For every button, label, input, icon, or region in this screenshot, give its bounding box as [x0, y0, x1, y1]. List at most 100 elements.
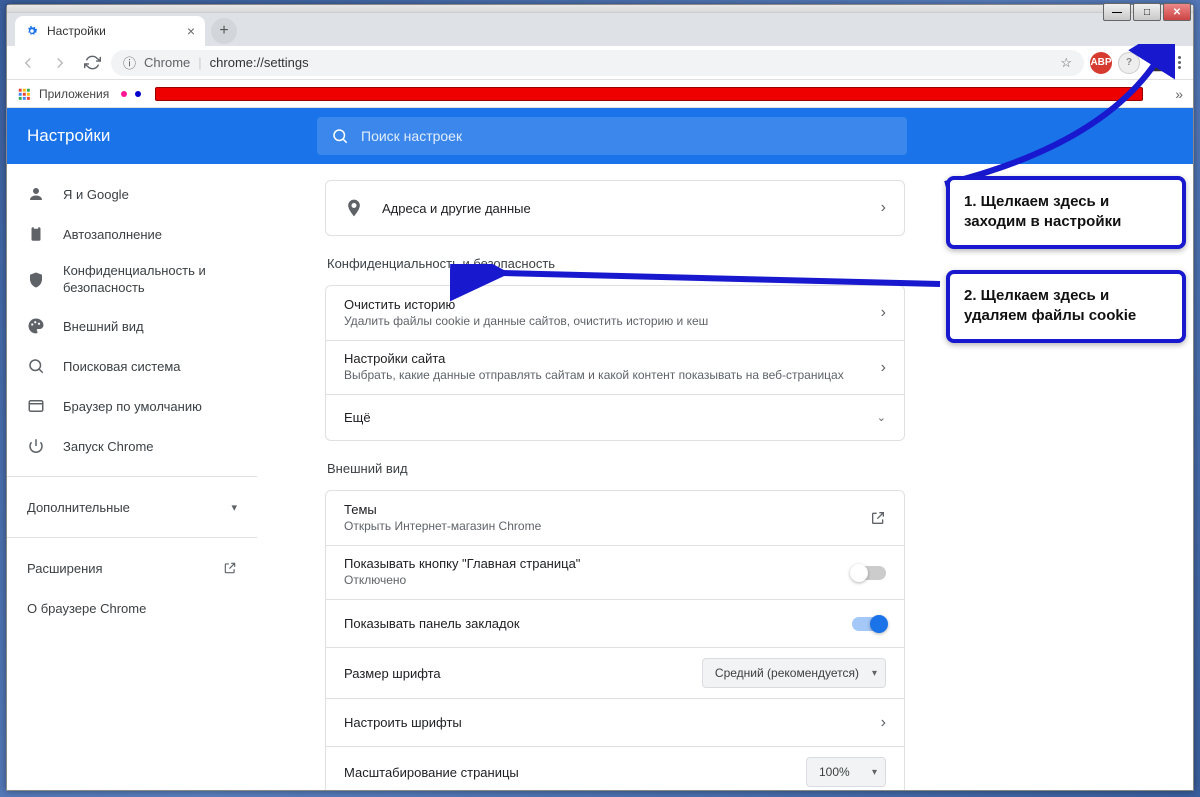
dropdown-font-size[interactable]: Средний (рекомендуется) — [702, 658, 886, 688]
bookmark-star-icon[interactable]: ☆ — [1060, 55, 1072, 71]
sidebar-item-extensions[interactable]: Расширения — [7, 548, 257, 588]
power-icon — [27, 437, 45, 455]
settings-search[interactable] — [317, 117, 907, 155]
row-home-button[interactable]: Показывать кнопку "Главная страница" Отк… — [326, 545, 904, 599]
browser-tab[interactable]: Настройки × — [15, 16, 205, 46]
omnibox-url: chrome://settings — [210, 55, 309, 70]
chevron-down-icon: ⌄ — [877, 411, 886, 424]
tab-strip: Настройки × + — [7, 13, 1193, 46]
sidebar-item-autofill[interactable]: Автозаполнение — [7, 214, 257, 254]
chevron-right-icon: › — [881, 199, 886, 217]
settings-header: Настройки — [7, 108, 1193, 164]
sidebar-item-you-and-google[interactable]: Я и Google — [7, 174, 257, 214]
row-subtitle: Удалить файлы cookie и данные сайтов, оч… — [344, 314, 881, 330]
tab-close-icon[interactable]: × — [187, 23, 195, 39]
sidebar-item-label: Я и Google — [63, 187, 129, 202]
sidebar-item-default-browser[interactable]: Браузер по умолчанию — [7, 386, 257, 426]
toolbar: ⓘ Chrome | chrome://settings ☆ ABP ? — [7, 46, 1193, 80]
chevron-right-icon: › — [881, 359, 886, 377]
search-icon — [27, 357, 45, 375]
address-bar[interactable]: ⓘ Chrome | chrome://settings ☆ — [111, 50, 1084, 76]
tab-title: Настройки — [47, 24, 106, 38]
external-link-icon — [223, 561, 237, 575]
back-button[interactable] — [15, 50, 41, 76]
forward-button[interactable] — [47, 50, 73, 76]
extension-abp-icon[interactable]: ABP — [1090, 52, 1112, 74]
page-title: Настройки — [7, 126, 317, 146]
toggle-home-button[interactable] — [852, 566, 886, 580]
sidebar-item-label: Браузер по умолчанию — [63, 399, 202, 414]
sidebar-item-label: Внешний вид — [63, 319, 144, 334]
row-subtitle: Выбрать, какие данные отправлять сайтам … — [344, 368, 881, 384]
sidebar-item-label: Дополнительные — [27, 500, 130, 515]
omnibox-chrome-label: Chrome — [144, 55, 190, 70]
row-title: Масштабирование страницы — [344, 765, 806, 780]
sidebar-item-label: Конфиденциальность и безопасность — [63, 263, 237, 297]
settings-gear-icon — [25, 24, 39, 38]
person-icon — [27, 185, 45, 203]
row-addresses[interactable]: Адреса и другие данные › — [326, 181, 904, 235]
row-customize-fonts[interactable]: Настроить шрифты › — [326, 698, 904, 746]
browser-menu-button[interactable] — [1174, 52, 1185, 73]
annotation-callout-2: 2. Щелкаем здесь и удаляем файлы cookie — [946, 270, 1186, 343]
chevron-right-icon: › — [881, 304, 886, 322]
reload-button[interactable] — [79, 50, 105, 76]
browser-window-icon — [27, 397, 45, 415]
row-themes[interactable]: Темы Открыть Интернет-магазин Chrome — [326, 491, 904, 545]
window-minimize-button[interactable]: — — [1103, 3, 1131, 21]
settings-search-input[interactable] — [361, 128, 893, 144]
sidebar-item-label: Автозаполнение — [63, 227, 162, 242]
row-subtitle: Открыть Интернет-магазин Chrome — [344, 519, 870, 535]
settings-main: Адреса и другие данные › Конфиденциально… — [257, 164, 1193, 790]
bookmark-dot-pink[interactable] — [121, 91, 127, 97]
chevron-down-icon: ▾ — [231, 501, 237, 514]
annotation-callout-1: 1. Щелкаем здесь и заходим в настройки — [946, 176, 1186, 249]
sidebar-item-label: Поисковая система — [63, 359, 181, 374]
palette-icon — [27, 317, 45, 335]
location-pin-icon — [344, 198, 364, 218]
sidebar-item-label: Расширения — [27, 561, 103, 576]
row-site-settings[interactable]: Настройки сайта Выбрать, какие данные от… — [326, 340, 904, 394]
sidebar-item-about-chrome[interactable]: О браузере Chrome — [7, 588, 257, 628]
shield-icon — [27, 271, 45, 289]
sidebar-item-search-engine[interactable]: Поисковая система — [7, 346, 257, 386]
row-title: Ещё — [344, 410, 877, 425]
row-title: Размер шрифта — [344, 666, 702, 681]
row-bookmarks-bar[interactable]: Показывать панель закладок — [326, 599, 904, 647]
bookmark-dot-blue[interactable] — [135, 91, 141, 97]
sidebar-item-privacy[interactable]: Конфиденциальность и безопасность — [7, 254, 257, 306]
row-clear-browsing-data[interactable]: Очистить историю Удалить файлы cookie и … — [326, 286, 904, 340]
extension-help-icon[interactable]: ? — [1118, 52, 1140, 74]
sidebar-item-label: О браузере Chrome — [27, 601, 146, 616]
bookmarks-bar: Приложения » — [7, 80, 1193, 108]
dropdown-page-zoom[interactable]: 100% — [806, 757, 886, 787]
row-more[interactable]: Ещё ⌄ — [326, 394, 904, 440]
row-title: Показывать панель закладок — [344, 616, 852, 631]
sidebar-item-advanced[interactable]: Дополнительные ▾ — [7, 487, 257, 527]
row-title: Очистить историю — [344, 297, 881, 312]
titlebar: — □ ✕ — [7, 5, 1193, 13]
apps-label[interactable]: Приложения — [39, 87, 109, 101]
row-title: Адреса и другие данные — [382, 201, 881, 216]
bookmarks-overflow-icon[interactable]: » — [1175, 86, 1183, 102]
sidebar-item-appearance[interactable]: Внешний вид — [7, 306, 257, 346]
section-title-appearance: Внешний вид — [327, 461, 905, 476]
site-info-icon[interactable]: ⓘ — [123, 53, 136, 72]
row-font-size: Размер шрифта Средний (рекомендуется) — [326, 647, 904, 698]
redacted-bookmark-bar — [155, 87, 1143, 101]
sidebar-item-on-startup[interactable]: Запуск Chrome — [7, 426, 257, 466]
new-tab-button[interactable]: + — [211, 18, 237, 44]
settings-sidebar: Я и Google Автозаполнение Конфиденциальн… — [7, 164, 257, 790]
window-maximize-button[interactable]: □ — [1133, 3, 1161, 21]
apps-grid-icon[interactable] — [17, 87, 31, 101]
chevron-right-icon: › — [881, 714, 886, 732]
section-title-privacy: Конфиденциальность и безопасность — [327, 256, 905, 271]
search-icon — [331, 127, 349, 145]
sidebar-item-label: Запуск Chrome — [63, 439, 154, 454]
row-title: Настроить шрифты — [344, 715, 881, 730]
toggle-bookmarks-bar[interactable] — [852, 617, 886, 631]
row-page-zoom: Масштабирование страницы 100% — [326, 746, 904, 790]
external-link-icon — [870, 510, 886, 526]
window-close-button[interactable]: ✕ — [1163, 3, 1191, 21]
profile-avatar-icon[interactable] — [1146, 52, 1168, 74]
